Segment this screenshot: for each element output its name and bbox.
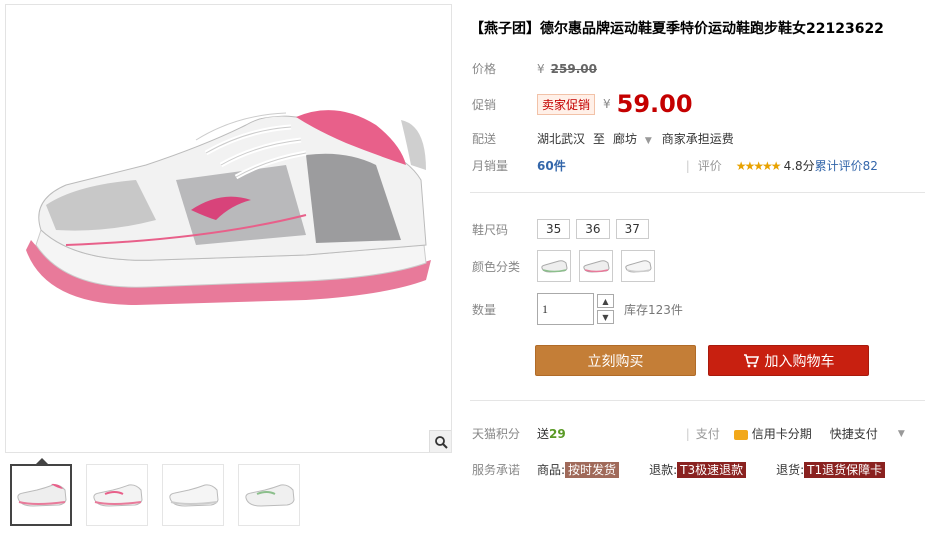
- size-label: 鞋尺码: [472, 222, 509, 237]
- shipping-fee: 商家承担运费: [661, 132, 734, 146]
- quick-pay-option[interactable]: 快捷支付: [830, 425, 878, 442]
- zoom-button[interactable]: [429, 430, 451, 452]
- shoe-thumb-image: [17, 483, 67, 507]
- size-row: 鞋尺码 35 36 37: [472, 219, 655, 239]
- ship-to-word: 至: [593, 132, 606, 146]
- review-count-link[interactable]: 累计评价82: [815, 157, 878, 174]
- promo-price: 59.00: [616, 90, 693, 118]
- monthly-sales-label: 月销量: [472, 159, 509, 173]
- currency-symbol: ¥: [603, 97, 611, 111]
- shoe-thumb-image: [245, 484, 295, 507]
- points-row: 天猫积分 送 29 | 支付 信用卡分期 快捷支付 ▼: [472, 425, 905, 442]
- sales-row: 月销量 60件 | 评价 ★★★★★ 4.8分 累计评价82: [472, 157, 878, 174]
- buy-now-button[interactable]: 立刻购买: [535, 345, 696, 376]
- service-prefix: 商品:: [537, 463, 566, 477]
- chevron-down-icon[interactable]: ▼: [898, 429, 905, 439]
- service-prefix: 退货:: [776, 463, 805, 477]
- rating-score: 4.8分: [783, 159, 815, 173]
- quantity-stepper: ▲ ▼: [597, 294, 614, 324]
- quantity-label: 数量: [472, 302, 497, 317]
- points-value: 29: [549, 426, 566, 441]
- size-option-37[interactable]: 37: [615, 219, 649, 239]
- service-tag: T1退货保障卡: [804, 462, 886, 478]
- chevron-down-icon: ▼: [602, 312, 609, 322]
- currency-symbol: ¥: [537, 61, 545, 76]
- cart-icon: [743, 353, 759, 367]
- promo-price-row: 促销 卖家促销 ¥ 59.00: [472, 90, 693, 118]
- color-option-1[interactable]: [537, 250, 571, 282]
- main-product-image[interactable]: [5, 4, 452, 453]
- points-label: 天猫积分: [472, 427, 521, 441]
- ship-to-selector[interactable]: 廊坊 ▼: [613, 130, 652, 147]
- shoe-swatch-image: [625, 260, 652, 273]
- original-price: 259.00: [550, 61, 597, 76]
- shoe-thumb-image: [93, 484, 143, 507]
- service-tag: 按时发货: [565, 462, 620, 478]
- color-label: 颜色分类: [472, 259, 521, 274]
- shoe-illustration: [26, 110, 431, 305]
- thumbnail-4[interactable]: [238, 464, 300, 526]
- credit-card-icon: [733, 429, 748, 440]
- increment-button[interactable]: ▲: [597, 294, 614, 308]
- quantity-input[interactable]: [537, 293, 594, 325]
- monthly-sales-count: 60件: [537, 159, 566, 173]
- service-tag: T3极速退款: [677, 462, 747, 478]
- points-prefix: 送: [537, 427, 550, 441]
- decrement-button[interactable]: ▼: [597, 310, 614, 324]
- shipping-label: 配送: [472, 132, 497, 146]
- add-to-cart-button[interactable]: 加入购物车: [708, 345, 869, 376]
- size-option-35[interactable]: 35: [537, 219, 571, 239]
- magnifier-icon: [434, 435, 448, 449]
- chevron-down-icon: ▼: [644, 136, 652, 146]
- shoe-swatch-image: [541, 260, 568, 273]
- quick-pay-label: 快捷支付: [829, 427, 878, 441]
- service-item-refund[interactable]: 退款: T3极速退款: [649, 461, 750, 478]
- ship-to: 廊坊: [613, 132, 638, 146]
- thumbnail-1[interactable]: [10, 458, 72, 526]
- section-divider: [470, 192, 925, 193]
- add-cart-label: 加入购物车: [764, 353, 835, 370]
- thumbnail-2[interactable]: [86, 464, 148, 526]
- service-row: 服务承诺 商品: 按时发货 退款: T3极速退款 退货: T1退货保障卡: [472, 461, 901, 478]
- product-gallery: [0, 0, 455, 534]
- buy-now-label: 立刻购买: [587, 353, 644, 370]
- shipping-row: 配送 湖北武汉 至 廊坊 ▼ 商家承担运费: [472, 130, 734, 147]
- service-item-return[interactable]: 退货: T1退货保障卡: [776, 461, 889, 478]
- pay-label: 支付: [695, 427, 720, 441]
- divider: |: [685, 426, 690, 441]
- service-label: 服务承诺: [472, 463, 521, 477]
- color-option-3[interactable]: [621, 250, 655, 282]
- service-prefix: 退款:: [649, 463, 678, 477]
- shoe-thumb-image: [169, 484, 219, 507]
- stock-count: 库存123件: [624, 302, 683, 317]
- product-title: 【燕子团】德尔惠品牌运动鞋夏季特价运动鞋跑步鞋女22123622: [470, 21, 884, 37]
- promo-price-label: 促销: [472, 97, 497, 112]
- original-price-row: 价格 ¥ 259.00: [472, 60, 597, 77]
- installment-option[interactable]: 信用卡分期: [733, 425, 812, 442]
- color-option-2[interactable]: [579, 250, 613, 282]
- ship-from: 湖北武汉: [537, 132, 586, 146]
- chevron-up-icon: ▲: [602, 296, 609, 306]
- promo-tag: 卖家促销: [537, 93, 596, 115]
- installment-label: 信用卡分期: [751, 427, 812, 441]
- original-price-label: 价格: [472, 62, 497, 76]
- divider: |: [685, 158, 690, 173]
- thumbnail-3[interactable]: [162, 464, 224, 526]
- rating-stars-icon: ★★★★★: [735, 158, 782, 173]
- size-option-36[interactable]: 36: [576, 219, 610, 239]
- quantity-row: 数量 ▲ ▼ 库存123件: [472, 293, 683, 325]
- shoe-swatch-image: [583, 260, 610, 273]
- section-divider: [470, 400, 925, 401]
- color-row: 颜色分类: [472, 250, 663, 282]
- service-item-shipping[interactable]: 商品: 按时发货: [537, 461, 623, 478]
- thumbnail-strip: [10, 458, 300, 526]
- rating-label: 评价: [697, 159, 722, 173]
